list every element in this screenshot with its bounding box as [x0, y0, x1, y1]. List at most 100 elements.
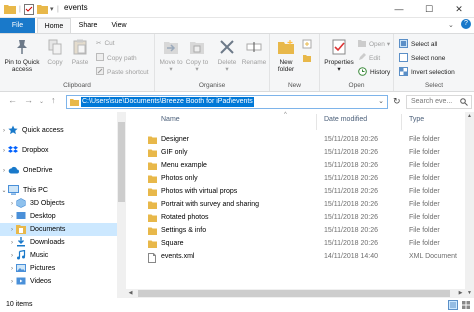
- expand-chevron-icon[interactable]: ›: [8, 279, 16, 285]
- search-icon: [460, 96, 468, 111]
- file-list-horizontal-scrollbar[interactable]: ◀ ▶: [126, 289, 465, 298]
- ribbon-tabs: File Home Share View ⌄ ?: [0, 18, 474, 33]
- nav-item-3d-objects[interactable]: › 3D Objects: [0, 197, 120, 210]
- file-row[interactable]: Portrait with survey and sharing 15/11/2…: [133, 199, 465, 212]
- invert-selection-button[interactable]: Invert selection: [399, 67, 455, 78]
- organise-group: Move to ▾ Copy to ▾ Delete ▾ Rename Orga…: [155, 34, 270, 91]
- scroll-down-arrow-icon[interactable]: ▼: [465, 289, 474, 298]
- tab-view[interactable]: View: [105, 18, 133, 33]
- file-row[interactable]: Designer 15/11/2018 20:26 File folder: [133, 134, 465, 147]
- details-view-icon[interactable]: [448, 300, 458, 312]
- expand-chevron-icon[interactable]: ›: [8, 240, 16, 246]
- expand-chevron-icon[interactable]: ›: [8, 266, 16, 272]
- file-row[interactable]: Menu example 15/11/2018 20:26 File folde…: [133, 160, 465, 173]
- nav-item-onedrive[interactable]: › OneDrive: [0, 164, 120, 177]
- move-to-button[interactable]: Move to ▾: [159, 39, 183, 73]
- new-folder-quick-icon[interactable]: [37, 2, 48, 16]
- nav-item-quick-access[interactable]: › Quick access: [0, 124, 120, 137]
- pictures-icon: [16, 263, 26, 275]
- properties-button[interactable]: Properties ▾: [322, 39, 356, 73]
- scrollbar-thumb[interactable]: [138, 290, 450, 297]
- expand-chevron-icon[interactable]: ›: [0, 148, 8, 154]
- column-divider[interactable]: [401, 114, 402, 130]
- copy-button[interactable]: Copy: [44, 39, 66, 66]
- nav-item-this-pc[interactable]: ⌄ This PC: [0, 184, 120, 197]
- up-arrow-icon[interactable]: ↑: [51, 95, 56, 105]
- tab-file[interactable]: File: [0, 18, 35, 33]
- close-icon[interactable]: ✕: [444, 0, 474, 18]
- new-item-button[interactable]: [302, 39, 315, 51]
- expand-chevron-icon[interactable]: ›: [8, 201, 16, 207]
- scroll-up-arrow-icon[interactable]: ▲: [465, 112, 474, 121]
- refresh-icon[interactable]: ↻: [393, 96, 401, 107]
- pin-to-quick-access-button[interactable]: Pin to Quick access: [3, 39, 41, 73]
- back-arrow-icon[interactable]: ←: [8, 95, 17, 105]
- address-bar[interactable]: C:\Users\sue\Documents\Breeze Booth for …: [66, 95, 388, 109]
- nav-item-videos[interactable]: › Videos: [0, 275, 120, 288]
- recent-locations-chevron-icon[interactable]: ⌄: [39, 98, 44, 105]
- expand-chevron-icon[interactable]: ›: [0, 168, 8, 174]
- new-folder-button[interactable]: New folder: [272, 39, 300, 73]
- file-row[interactable]: Settings & info 15/11/2018 20:26 File fo…: [133, 225, 465, 238]
- file-list-vertical-scrollbar[interactable]: ▲ ▼: [465, 112, 474, 298]
- expand-ribbon-icon[interactable]: ⌄: [448, 21, 454, 29]
- address-dropdown-chevron-icon[interactable]: ⌄: [378, 97, 384, 105]
- forward-arrow-icon[interactable]: →: [24, 95, 33, 105]
- file-row[interactable]: GIF only 15/11/2018 20:26 File folder: [133, 147, 465, 160]
- expand-chevron-icon[interactable]: ›: [8, 253, 16, 259]
- delete-button[interactable]: Delete ▾: [215, 39, 239, 73]
- navigation-pane-scrollbar[interactable]: [117, 112, 126, 298]
- scroll-right-arrow-icon[interactable]: ▶: [456, 289, 465, 298]
- nav-item-music[interactable]: › Music: [0, 249, 120, 262]
- large-icons-view-icon[interactable]: [461, 300, 471, 312]
- rename-icon: [246, 39, 262, 57]
- scroll-left-arrow-icon[interactable]: ◀: [126, 289, 135, 298]
- easy-access-button[interactable]: [302, 53, 315, 65]
- edit-button[interactable]: Edit: [358, 53, 380, 63]
- rename-button[interactable]: Rename: [241, 39, 267, 66]
- scrollbar-thumb[interactable]: [118, 122, 125, 202]
- properties-quick-icon[interactable]: [24, 2, 34, 16]
- column-header-date-modified[interactable]: Date modified: [324, 116, 367, 128]
- history-button[interactable]: History: [358, 67, 390, 78]
- copy-path-button[interactable]: Copy path: [96, 53, 137, 63]
- expand-chevron-icon[interactable]: ›: [8, 214, 16, 220]
- tab-home[interactable]: Home: [37, 18, 71, 33]
- minimize-icon[interactable]: —: [384, 0, 414, 18]
- nav-item-desktop[interactable]: › Desktop: [0, 210, 120, 223]
- file-row[interactable]: Photos only 15/11/2018 20:26 File folder: [133, 173, 465, 186]
- file-row[interactable]: Rotated photos 15/11/2018 20:26 File fol…: [133, 212, 465, 225]
- search-input[interactable]: Search eve...: [406, 95, 472, 109]
- nav-item-documents[interactable]: › Documents: [0, 223, 120, 236]
- paste-button[interactable]: Paste: [68, 39, 92, 66]
- tab-share[interactable]: Share: [73, 18, 103, 33]
- paste-shortcut-button[interactable]: Paste shortcut: [96, 67, 149, 77]
- dropbox-icon: [8, 145, 18, 157]
- easy-access-icon: [302, 53, 312, 65]
- file-row[interactable]: Photos with virtual props 15/11/2018 20:…: [133, 186, 465, 199]
- separator: |: [57, 5, 59, 13]
- select-all-button[interactable]: Select all: [399, 39, 437, 50]
- help-icon[interactable]: ?: [461, 19, 471, 29]
- select-none-button[interactable]: Select none: [399, 53, 445, 64]
- cut-button[interactable]: ✂ Cut: [96, 39, 115, 48]
- nav-item-downloads[interactable]: › Downloads: [0, 236, 120, 249]
- customize-quick-access-icon[interactable]: ▾: [50, 2, 54, 16]
- expand-chevron-icon[interactable]: ›: [0, 128, 8, 134]
- copy-to-button[interactable]: Copy to ▾: [185, 39, 209, 73]
- maximize-icon[interactable]: ☐: [414, 0, 444, 18]
- expand-chevron-icon[interactable]: ›: [8, 227, 16, 233]
- new-group: New folder New: [270, 34, 320, 91]
- open-button[interactable]: Open ▾: [358, 39, 390, 49]
- address-path[interactable]: C:\Users\sue\Documents\Breeze Booth for …: [81, 97, 254, 107]
- nav-item-pictures[interactable]: › Pictures: [0, 262, 120, 275]
- folder-icon: [148, 162, 157, 172]
- edit-icon: [358, 53, 366, 63]
- nav-item-dropbox[interactable]: › Dropbox: [0, 144, 120, 157]
- column-header-type[interactable]: Type: [409, 116, 424, 128]
- column-divider[interactable]: [316, 114, 317, 130]
- collapse-chevron-icon[interactable]: ⌄: [0, 187, 8, 194]
- file-row[interactable]: events.xml 14/11/2018 14:40 XML Document: [133, 251, 465, 264]
- column-header-name[interactable]: Name: [161, 116, 180, 128]
- file-row[interactable]: Square 15/11/2018 20:26 File folder: [133, 238, 465, 251]
